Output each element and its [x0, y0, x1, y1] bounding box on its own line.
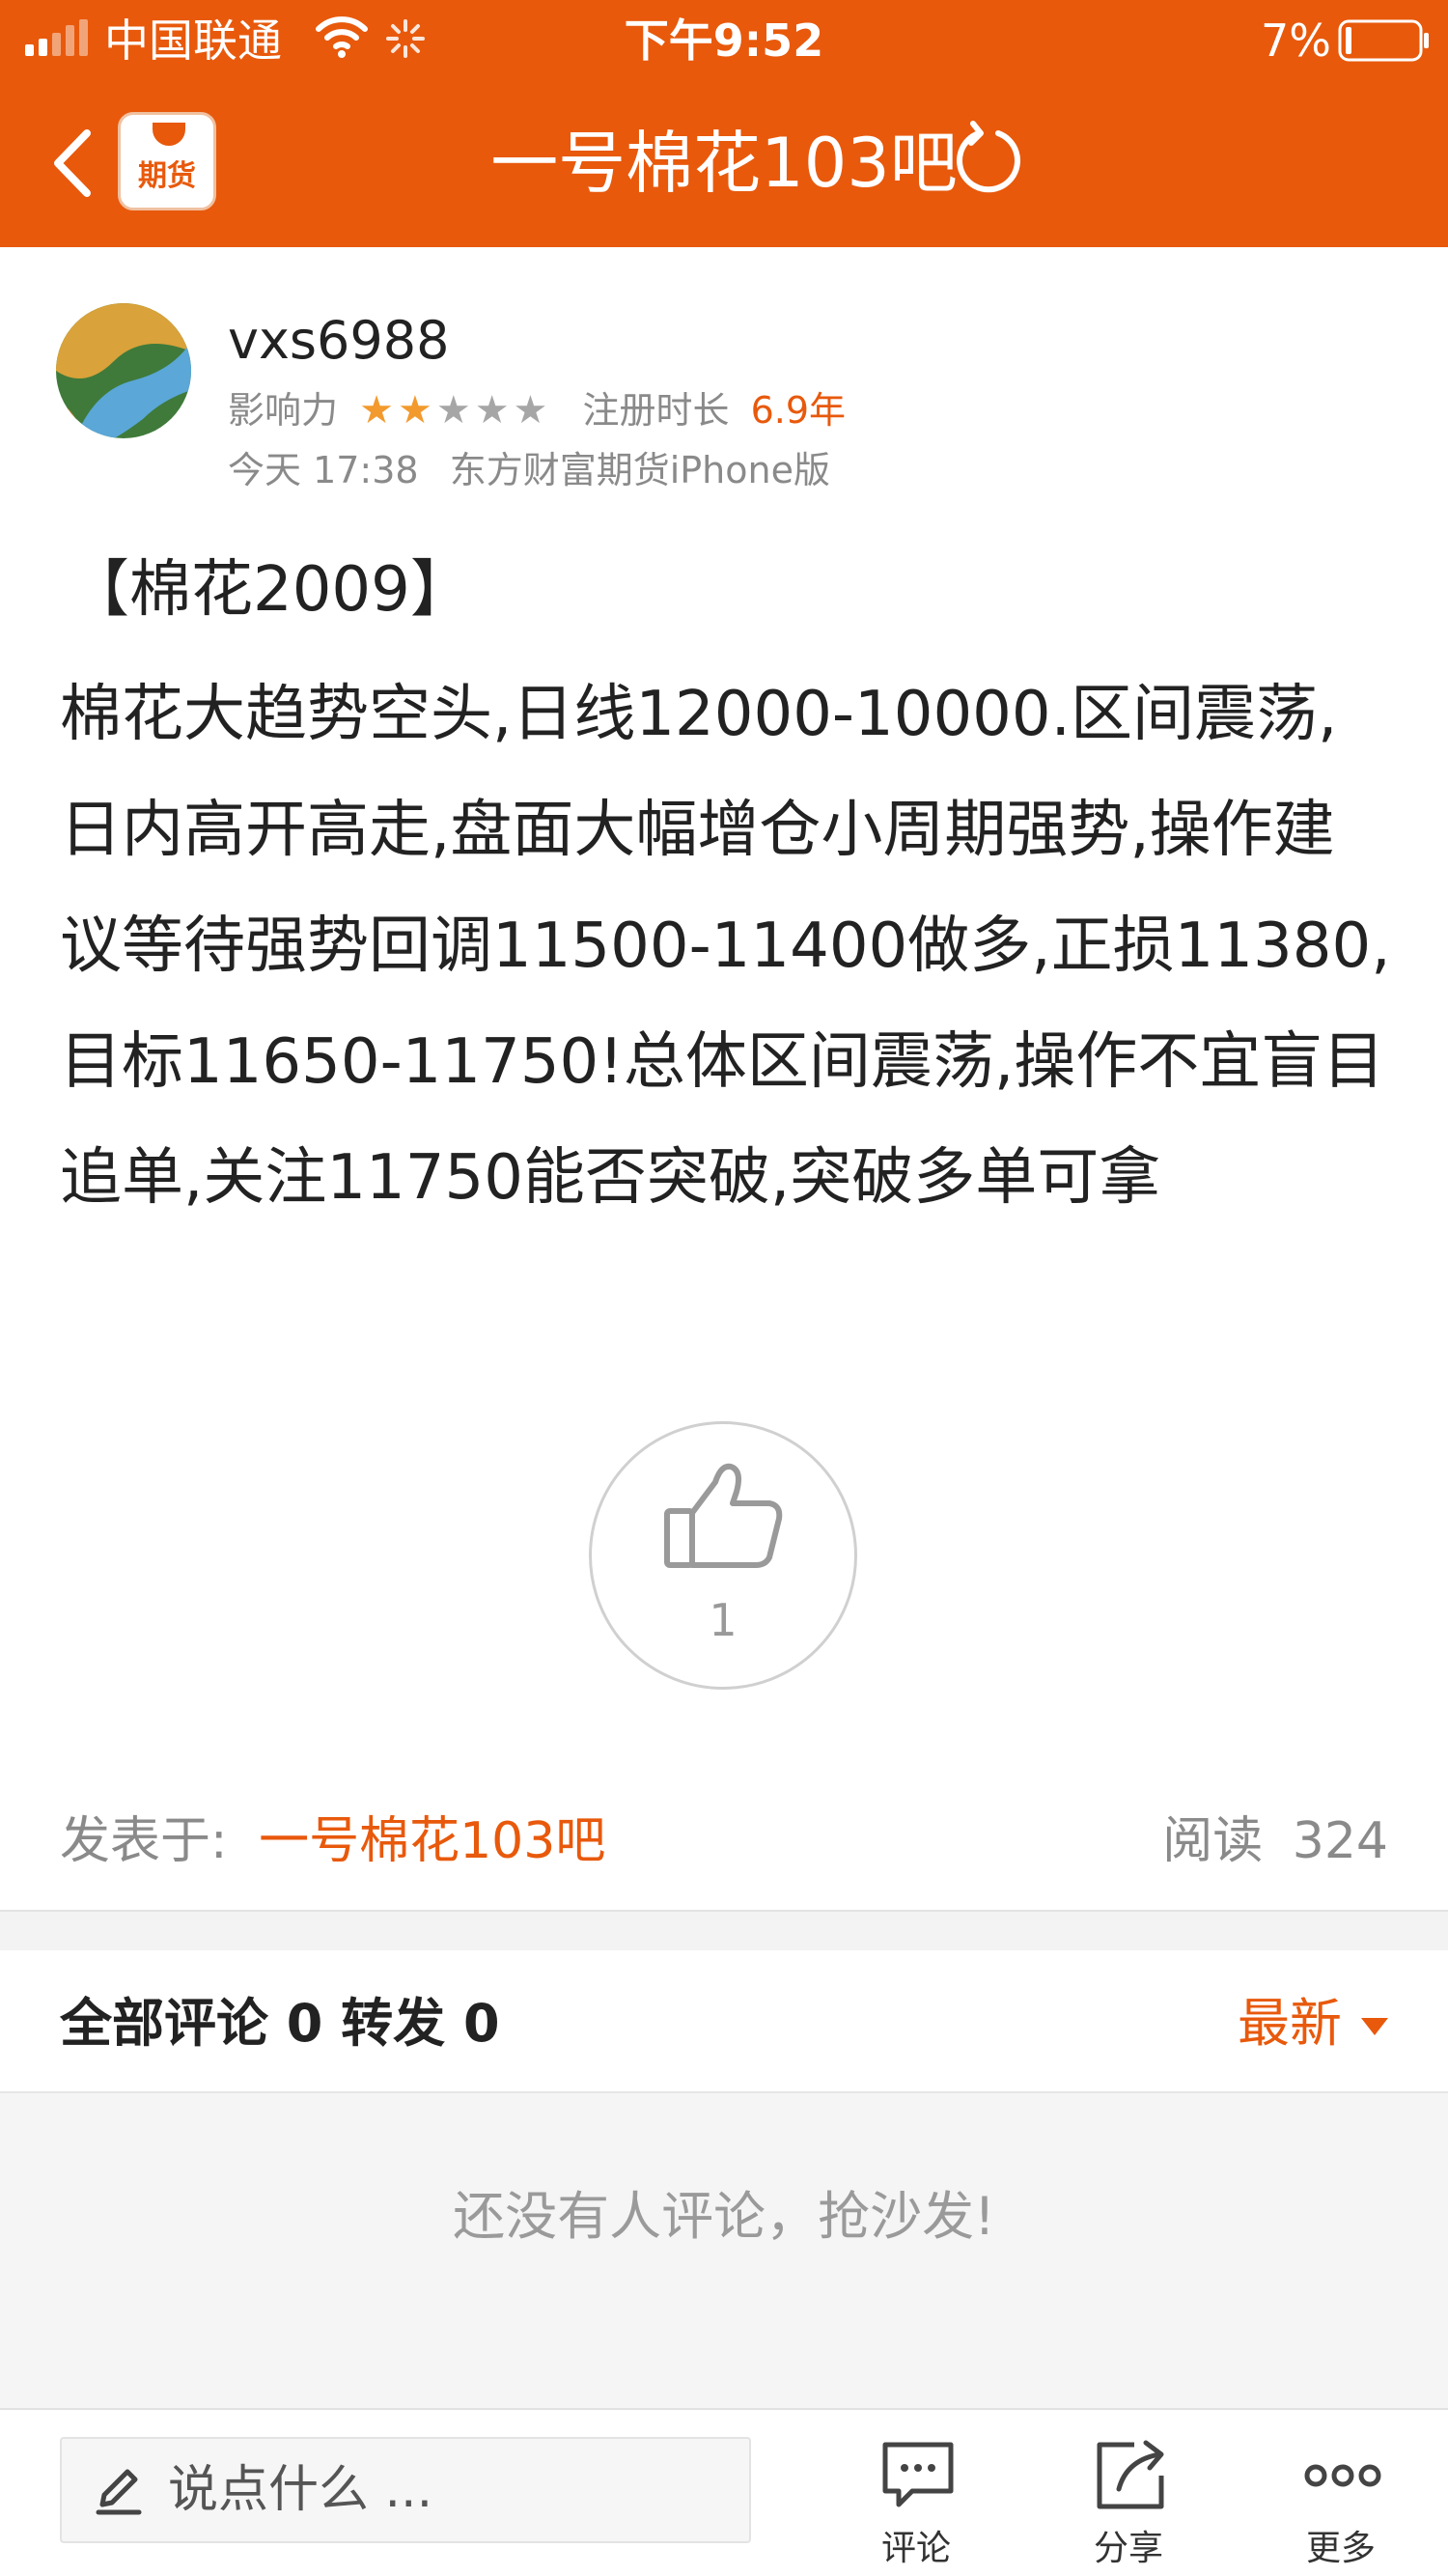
- read-value: 324: [1292, 1812, 1388, 1870]
- pencil-icon: [96, 2469, 142, 2515]
- posted-in-label: 发表于:: [60, 1812, 228, 1870]
- post-heading: 【棉花2009】: [68, 554, 472, 626]
- comments-header: 全部评论 0 转发 0: [60, 1993, 500, 2054]
- status-bar: 中国联通 下午9:52 7%: [0, 0, 1448, 81]
- post-meta: 今天 17:38 东方财富期货iPhone版: [228, 444, 830, 496]
- top-bar: 中国联通 下午9:52 7% 期货 一号棉花103吧: [0, 0, 1448, 247]
- refresh-icon: [957, 121, 1020, 193]
- comment-input-placeholder: 说点什么 ...: [168, 2461, 433, 2519]
- clock: 下午9:52: [624, 14, 824, 67]
- post-source: 东方财富期货iPhone版: [449, 449, 830, 491]
- comment-icon: [882, 2442, 954, 2507]
- page-title: 一号棉花103吧: [490, 124, 958, 203]
- nav-bar: 期货 一号棉花103吧: [0, 81, 1448, 247]
- star-empty-icon: ★: [513, 388, 548, 433]
- like-button[interactable]: 1: [589, 1421, 857, 1690]
- sort-dropdown[interactable]: 最新: [1238, 1987, 1388, 2060]
- star-filled-icon: ★: [359, 388, 394, 433]
- like-count: 1: [709, 1594, 738, 1646]
- share-button-label: 分享: [1093, 2529, 1163, 2568]
- post-timestamp: 今天 17:38: [228, 449, 419, 491]
- star-empty-icon: ★: [435, 388, 471, 433]
- battery-icon: [1338, 19, 1431, 72]
- comment-button[interactable]: 评论: [844, 2427, 989, 2572]
- register-value: 6.9年: [750, 389, 847, 432]
- register-label: 注册时长: [582, 389, 730, 432]
- share-icon: [1097, 2440, 1164, 2509]
- refresh-button[interactable]: [950, 116, 1027, 203]
- empty-comments-text: 还没有人评论，抢沙发!: [453, 2186, 995, 2247]
- share-button[interactable]: 分享: [1056, 2427, 1201, 2572]
- influence-rating: ★ ★ ★ ★ ★: [359, 388, 563, 433]
- user-meta: 影响力 ★ ★ ★ ★ ★ 注册时长 6.9年: [228, 384, 846, 436]
- username[interactable]: vxs6988: [228, 307, 449, 375]
- read-label: 阅读: [1162, 1812, 1264, 1870]
- battery-percent: 7%: [1261, 14, 1331, 67]
- bottom-bar: 说点什么 ... 评论 分享 更多: [0, 2408, 1448, 2576]
- comment-input[interactable]: 说点什么 ...: [60, 2437, 751, 2543]
- sort-label: 最新: [1238, 1993, 1342, 2054]
- forum-link[interactable]: 一号棉花103吧: [259, 1812, 605, 1870]
- influence-label: 影响力: [228, 389, 339, 432]
- star-filled-icon: ★: [397, 388, 432, 433]
- comment-button-label: 评论: [880, 2529, 951, 2568]
- read-count: 阅读 324: [1162, 1807, 1388, 1875]
- star-empty-icon: ★: [474, 388, 510, 433]
- avatar[interactable]: [56, 303, 191, 438]
- more-button[interactable]: 更多: [1268, 2427, 1413, 2572]
- thumbs-up-icon: [664, 1463, 783, 1568]
- comments-empty-state: 还没有人评论，抢沙发!: [0, 2091, 1448, 2408]
- more-dots-icon: [1304, 2464, 1381, 2487]
- section-divider: [0, 1910, 1448, 1950]
- caret-down-icon: [1361, 2018, 1388, 2036]
- posted-in: 发表于: 一号棉花103吧: [60, 1807, 605, 1875]
- post-body: 棉花大趋势空头,日线12000-10000.区间震荡,日内高开高走,盘面大幅增仓…: [60, 679, 1391, 1214]
- more-button-label: 更多: [1305, 2529, 1376, 2568]
